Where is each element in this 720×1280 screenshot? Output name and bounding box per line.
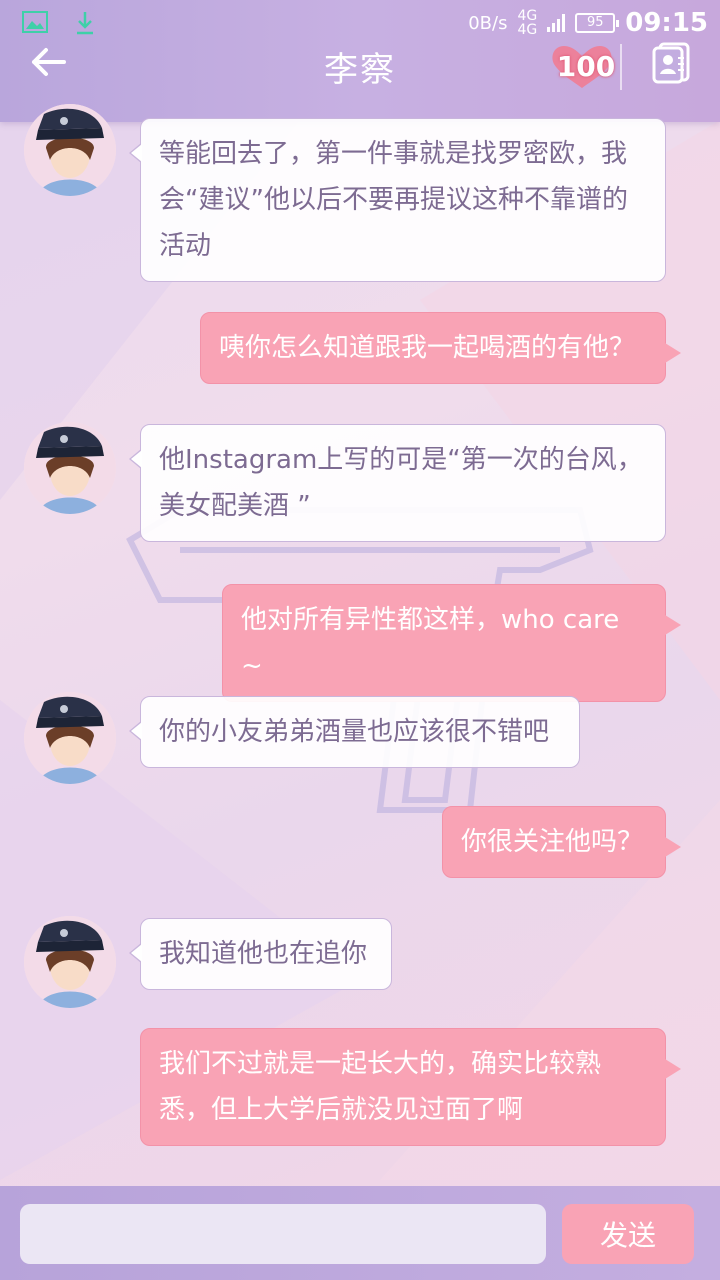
message-bubble-sent[interactable]: 他对所有异性都这样，who care ~ xyxy=(222,584,681,702)
download-icon xyxy=(77,12,93,35)
heart-count: 100 xyxy=(556,50,616,83)
message-bubble-received[interactable]: 你的小友弟弟酒量也应该很不错吧 xyxy=(129,696,580,768)
message-bubble-received[interactable]: 他Instagram上写的可是“第一次的台风，美女配美酒 ” xyxy=(129,424,666,542)
battery-icon: 95 xyxy=(575,13,620,33)
message-input[interactable] xyxy=(20,1204,546,1264)
battery-level: 95 xyxy=(586,15,604,30)
send-button[interactable]: 发送 xyxy=(562,1204,694,1264)
network-speed: 0B/s xyxy=(468,12,508,34)
avatar[interactable] xyxy=(24,104,116,196)
message-bubble-received[interactable]: 我知道他也在追你 xyxy=(129,918,392,990)
avatar[interactable] xyxy=(24,422,116,514)
message-bubble-sent[interactable]: 你很关注他吗？ xyxy=(442,806,681,878)
message-bubble-sent[interactable]: 我们不过就是一起长大的，确实比较熟悉，但上大学后就没见过面了啊 xyxy=(140,1028,681,1146)
message-input-bar: 发送 xyxy=(0,1186,720,1280)
image-icon xyxy=(22,11,48,33)
avatar[interactable] xyxy=(24,916,116,1008)
police-avatar-icon xyxy=(24,916,116,1008)
chat-header: 0B/s 4G 4G 95 09:15 李察 100 xyxy=(0,0,720,122)
contact-card-icon[interactable] xyxy=(650,40,692,84)
network-type: 4G 4G xyxy=(517,8,538,38)
clock: 09:15 xyxy=(625,8,708,38)
avatar[interactable] xyxy=(24,692,116,784)
police-avatar-icon xyxy=(24,422,116,514)
message-bubble-sent[interactable]: 咦你怎么知道跟我一起喝酒的有他？ xyxy=(200,312,681,384)
header-divider xyxy=(620,44,622,90)
police-avatar-icon xyxy=(24,692,116,784)
police-avatar-icon xyxy=(24,104,116,196)
message-bubble-received[interactable]: 等能回去了，第一件事就是找罗密欧，我会“建议”他以后不要再提议这种不靠谱的活动 xyxy=(129,118,666,282)
signal-icon xyxy=(547,14,566,32)
